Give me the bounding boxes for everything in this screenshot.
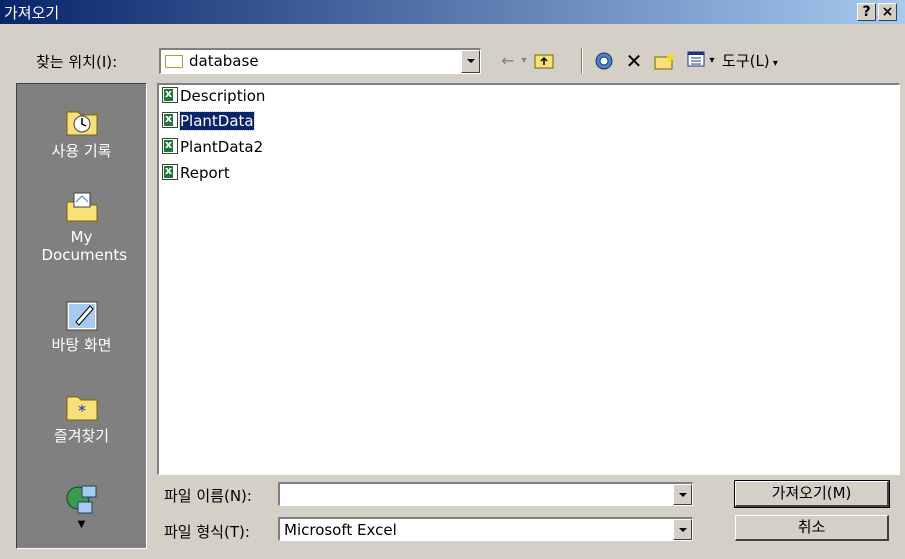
chevron-down-icon[interactable] xyxy=(461,50,480,73)
back-icon[interactable]: ← xyxy=(497,51,519,73)
file-item-description[interactable]: Description xyxy=(162,85,266,107)
views-dropdown-icon[interactable]: ▾ xyxy=(707,51,717,73)
filename-input[interactable] xyxy=(278,482,693,506)
toolbar-separator xyxy=(581,48,583,74)
place-favorites[interactable]: * 즐겨찾기 xyxy=(17,389,146,445)
up-folder-icon[interactable] xyxy=(531,51,557,73)
excel-file-icon xyxy=(162,110,178,128)
look-in-value: database xyxy=(189,52,259,70)
back-dropdown-icon[interactable]: ▾ xyxy=(519,51,529,73)
place-my-documents-label: My Documents xyxy=(41,228,128,264)
title-bar: 가져오기 ? × xyxy=(0,0,905,24)
window-title: 가져오기 xyxy=(4,4,60,22)
filename-label: 파일 이름(N): xyxy=(164,487,252,505)
file-name: PlantData xyxy=(179,111,255,131)
desktop-icon xyxy=(64,298,100,332)
chevron-down-icon: ▾ xyxy=(769,58,778,69)
file-item-plantdata2[interactable]: PlantData2 xyxy=(162,136,264,158)
place-my-documents[interactable]: My Documents xyxy=(17,190,146,264)
filetype-label: 파일 형식(T): xyxy=(164,523,250,541)
tools-menu[interactable]: 도구(L) ▾ xyxy=(722,51,822,73)
filetype-value: Microsoft Excel xyxy=(284,521,397,539)
views-icon[interactable] xyxy=(685,51,707,73)
my-documents-icon xyxy=(64,190,100,224)
places-bar: 사용 기록 My Documents 바탕 화면 * 즐겨찾기 ▼ xyxy=(16,83,147,549)
place-desktop-label: 바탕 화면 xyxy=(51,336,112,354)
look-in-label: 찾는 위치(I): xyxy=(36,53,118,71)
place-history[interactable]: 사용 기록 xyxy=(17,104,146,160)
close-button[interactable]: × xyxy=(878,3,897,21)
file-name: Description xyxy=(180,87,266,105)
help-button[interactable]: ? xyxy=(857,3,876,21)
excel-file-icon xyxy=(162,85,178,103)
file-item-report[interactable]: Report xyxy=(162,162,230,184)
tools-label: 도구(L) xyxy=(722,52,770,70)
svg-text:*: * xyxy=(78,401,86,420)
chevron-down-icon[interactable] xyxy=(673,519,692,540)
place-network[interactable]: ▼ xyxy=(17,482,146,530)
folder-icon xyxy=(165,55,183,68)
history-icon xyxy=(64,104,100,138)
chevron-down-icon[interactable] xyxy=(673,484,692,505)
delete-icon[interactable]: ✕ xyxy=(622,51,646,73)
look-in-dropdown[interactable]: database xyxy=(159,48,481,74)
scroll-down-icon[interactable]: ▼ xyxy=(17,520,146,530)
excel-file-icon xyxy=(162,136,178,154)
place-history-label: 사용 기록 xyxy=(51,142,112,160)
search-web-icon[interactable] xyxy=(591,51,617,73)
file-name: Report xyxy=(180,164,230,182)
favorites-icon: * xyxy=(64,389,100,423)
filetype-dropdown[interactable]: Microsoft Excel xyxy=(278,517,693,541)
place-favorites-label: 즐겨찾기 xyxy=(53,427,110,445)
excel-file-icon xyxy=(162,162,178,180)
import-button[interactable]: 가져오기(M) xyxy=(734,480,890,508)
file-item-plantdata[interactable]: PlantData xyxy=(162,110,255,132)
file-name: PlantData2 xyxy=(180,138,264,156)
file-list[interactable]: Description PlantData PlantData2 Report xyxy=(157,83,900,475)
cancel-button[interactable]: 취소 xyxy=(735,515,889,541)
new-folder-icon[interactable] xyxy=(652,51,678,73)
network-places-icon xyxy=(64,482,100,516)
place-desktop[interactable]: 바탕 화면 xyxy=(17,298,146,354)
